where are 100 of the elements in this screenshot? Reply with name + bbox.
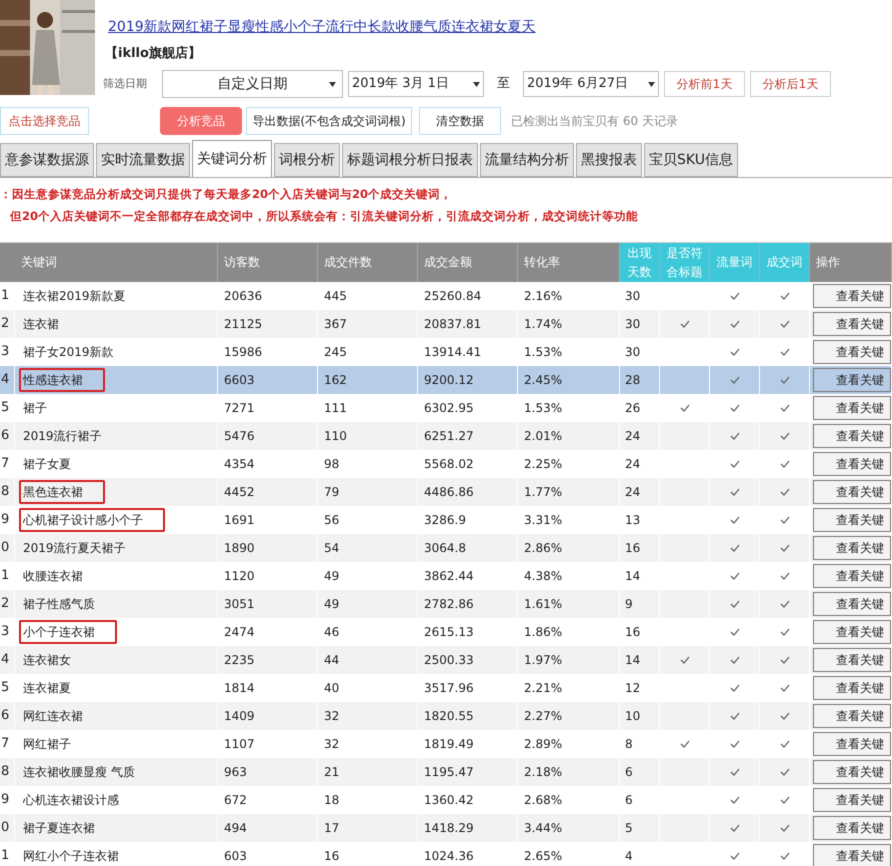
check-icon — [730, 768, 740, 776]
dropdown-caret-icon — [473, 82, 480, 86]
table-cell-text: 30 — [625, 288, 640, 305]
select-competitor-button[interactable]: 点击选择竞品 — [0, 107, 89, 135]
tab[interactable]: 词根分析 — [274, 143, 340, 177]
check-icon — [780, 544, 790, 552]
view-keyword-button[interactable]: 查看关键 — [813, 844, 891, 866]
check-icon — [730, 628, 740, 636]
check-icon — [730, 600, 740, 608]
table-row[interactable]: 3 小个子连衣裙 2474 46 2615.13 1.86% 16 查看关键 — [0, 618, 892, 646]
table-cell-text: 8 — [625, 736, 633, 753]
table-row[interactable]: 4 连衣裙女 2235 44 2500.33 1.97% 14 查看关键 — [0, 646, 892, 674]
table-cell-text: 21125 — [224, 316, 262, 333]
table-cell-text: 14 — [625, 652, 640, 669]
table-row[interactable]: 8 连衣裙收腰显瘦 气质 963 21 1195.47 2.18% 6 查看关键 — [0, 758, 892, 786]
table-cell-text: 1409 — [224, 708, 255, 725]
view-keyword-button[interactable]: 查看关键 — [813, 536, 891, 560]
view-keyword-button[interactable]: 查看关键 — [813, 704, 891, 728]
keyword-cell-text: 2019流行夏天裙子 — [22, 540, 127, 557]
table-row[interactable]: 1 连衣裙2019新款夏 20636 445 25260.84 2.16% 30 查看关键 — [0, 282, 892, 310]
date-picker[interactable]: 2019年 6月27日 — [523, 71, 659, 97]
check-icon — [730, 796, 740, 804]
table-row[interactable]: 0 裙子夏连衣裙 494 17 1418.29 3.44% 5 查看关键 — [0, 814, 892, 842]
table-row[interactable]: 8 黑色连衣裙 4452 79 4486.86 1.77% 24 查看关键 — [0, 478, 892, 506]
table-row[interactable]: 5 连衣裙夏 1814 40 3517.96 2.21% 12 查看关键 — [0, 674, 892, 702]
table-cell-text: 2.68% — [524, 792, 562, 809]
check-icon — [680, 740, 690, 748]
tab[interactable]: 关键词分析 — [192, 140, 272, 177]
table-row[interactable]: 9 心机连衣裙设计感 672 18 1360.42 2.68% 6 查看关键 — [0, 786, 892, 814]
row-number: 8 — [1, 483, 10, 502]
table-cell-text: 24 — [625, 456, 640, 473]
product-title-link[interactable]: 2019新款网红裙子显瘦性感小个子流行中长款收腰气质连衣裙女夏天 — [108, 19, 536, 35]
previous-day-button[interactable]: 分析前1天 — [664, 71, 745, 97]
date-picker[interactable]: 2019年 3月 1日 — [348, 71, 484, 97]
table-row[interactable]: 6 网红连衣裙 1409 32 1820.55 2.27% 10 查看关键 — [0, 702, 892, 730]
table-row[interactable]: 7 裙子女夏 4354 98 5568.02 2.25% 24 查看关键 — [0, 450, 892, 478]
table-cell-text: 1195.47 — [424, 764, 474, 781]
keyword-cell-text: 收腰连衣裙 — [22, 568, 84, 585]
table-cell-text: 4452 — [224, 484, 255, 501]
view-keyword-button[interactable]: 查看关键 — [813, 452, 891, 476]
table-row[interactable]: 7 网红裙子 1107 32 1819.49 2.89% 8 查看关键 — [0, 730, 892, 758]
keyword-cell-text: 裙子性感气质 — [22, 596, 96, 613]
view-keyword-button[interactable]: 查看关键 — [813, 368, 891, 392]
table-row[interactable]: 5 裙子 7271 111 6302.95 1.53% 26 查看关键 — [0, 394, 892, 422]
view-keyword-button[interactable]: 查看关键 — [813, 340, 891, 364]
view-keyword-button[interactable]: 查看关键 — [813, 564, 891, 588]
keyword-cell: 黑色连衣裙 — [19, 480, 105, 504]
tab[interactable]: 标题词根分析日报表 — [342, 143, 478, 177]
table-row[interactable]: 0 2019流行夏天裙子 1890 54 3064.8 2.86% 16 查看关键 — [0, 534, 892, 562]
next-day-button[interactable]: 分析后1天 — [750, 71, 831, 97]
keyword-cell-text: 心机连衣裙设计感 — [22, 792, 120, 809]
view-keyword-button[interactable]: 查看关键 — [813, 676, 891, 700]
table-cell-text: 49 — [324, 596, 340, 613]
tab[interactable]: 流量结构分析 — [480, 143, 574, 177]
view-keyword-button[interactable]: 查看关键 — [813, 284, 891, 308]
table-row[interactable]: 3 裙子女2019新款 15986 245 13914.41 1.53% 30 查看关键 — [0, 338, 892, 366]
check-icon — [780, 292, 790, 300]
table-cell-text: 111 — [324, 400, 347, 417]
view-keyword-button[interactable]: 查看关键 — [813, 816, 891, 840]
date-mode-dropdown[interactable]: 自定义日期 — [162, 70, 343, 98]
row-number: 5 — [1, 399, 10, 418]
view-keyword-button[interactable]: 查看关键 — [813, 592, 891, 616]
tab[interactable]: 宝贝SKU信息 — [644, 143, 738, 177]
check-icon — [730, 572, 740, 580]
view-keyword-button[interactable]: 查看关键 — [813, 508, 891, 532]
table-row[interactable]: 6 2019流行裙子 5476 110 6251.27 2.01% 24 查看关键 — [0, 422, 892, 450]
row-number: 3 — [1, 343, 10, 362]
row-number: 4 — [1, 651, 10, 670]
to-label: 至 — [496, 75, 511, 94]
view-keyword-button[interactable]: 查看关键 — [813, 396, 891, 420]
table-cell-text: 245 — [324, 344, 347, 361]
table-cell-text: 24 — [625, 428, 640, 445]
table-row[interactable]: 1 收腰连衣裙 1120 49 3862.44 4.38% 14 查看关键 — [0, 562, 892, 590]
table-cell-text: 162 — [324, 372, 347, 389]
tab[interactable]: 实时流量数据 — [96, 143, 190, 177]
view-keyword-button[interactable]: 查看关键 — [813, 760, 891, 784]
view-keyword-button[interactable]: 查看关键 — [813, 480, 891, 504]
view-keyword-button[interactable]: 查看关键 — [813, 424, 891, 448]
row-number: 0 — [1, 819, 10, 838]
view-keyword-button[interactable]: 查看关键 — [813, 788, 891, 812]
table-row[interactable]: 4 性感连衣裙 6603 162 9200.12 2.45% 28 查看关键 — [0, 366, 892, 394]
view-keyword-button[interactable]: 查看关键 — [813, 312, 891, 336]
table-cell-text: 79 — [324, 484, 340, 501]
notice-text: ：因生意参谋竞品分析成交词只提供了每天最多20个入店关键词与20个成交关键词， — [0, 186, 454, 203]
view-keyword-button[interactable]: 查看关键 — [813, 732, 891, 756]
table-cell-text: 1890 — [224, 540, 255, 557]
view-keyword-button[interactable]: 查看关键 — [813, 620, 891, 644]
table-row[interactable]: 9 心机裙子设计感小个子 1691 56 3286.9 3.31% 13 查看关键 — [0, 506, 892, 534]
table-row[interactable]: 1 网红小个子连衣裙 603 16 1024.36 2.65% 4 查看关键 — [0, 842, 892, 866]
view-keyword-button[interactable]: 查看关键 — [813, 648, 891, 672]
export-button[interactable]: 导出数据(不包含成交词词根) — [246, 107, 412, 135]
tab[interactable]: 黑搜报表 — [576, 143, 642, 177]
keyword-cell-text: 连衣裙 — [22, 316, 60, 333]
table-cell-text: 494 — [224, 820, 247, 837]
clear-button[interactable]: 清空数据 — [419, 107, 501, 135]
table-row[interactable]: 2 裙子性感气质 3051 49 2782.86 1.61% 9 查看关键 — [0, 590, 892, 618]
tab[interactable]: 意参谋数据源 — [0, 143, 94, 177]
table-cell-text: 3.31% — [524, 512, 562, 529]
table-row[interactable]: 2 连衣裙 21125 367 20837.81 1.74% 30 查看关键 — [0, 310, 892, 338]
table-cell-text: 98 — [324, 456, 340, 473]
